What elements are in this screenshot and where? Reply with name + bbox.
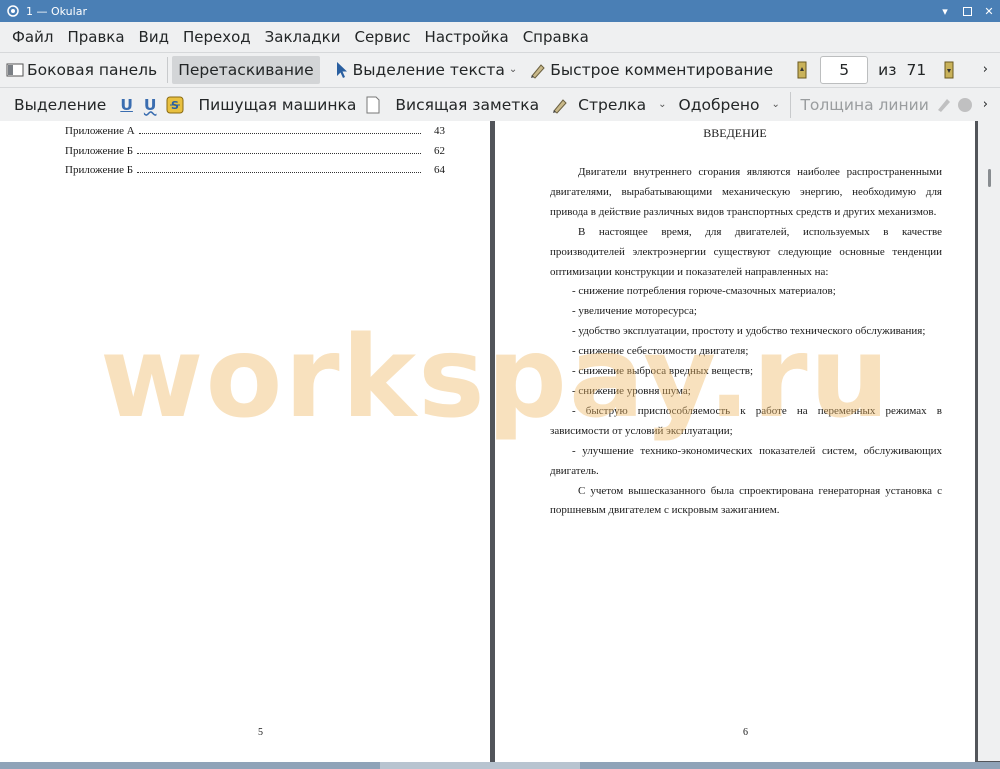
toolbar-separator	[167, 56, 169, 83]
pen-icon[interactable]	[551, 96, 569, 114]
page-number-value: 5	[839, 60, 850, 79]
cursor-arrow-icon	[332, 61, 350, 79]
menu-file[interactable]: Файл	[5, 28, 60, 46]
sidebar-label: Боковая панель	[27, 60, 158, 79]
list-item: - улучшение технико-экономических показа…	[550, 444, 942, 477]
quick-annotations-label: Быстрое комментирование	[550, 60, 774, 79]
minimize-icon[interactable]: ▾	[934, 0, 956, 22]
popup-note-label: Висящая заметка	[395, 95, 540, 114]
stamp-label: Одобрено	[678, 95, 760, 114]
quick-annotations-button[interactable]: Быстрое комментирование	[523, 56, 779, 84]
chevron-down-icon[interactable]: ⌄	[658, 99, 666, 110]
scrollbar-thumb[interactable]	[380, 762, 580, 769]
maximize-icon[interactable]	[956, 0, 978, 22]
window-title: 1 — Okular	[26, 4, 87, 18]
toc-entry[interactable]: Приложение Б 64	[65, 164, 445, 180]
page-of-label: из	[878, 60, 897, 79]
sidebar-icon	[6, 61, 24, 79]
stamp-tool-button[interactable]: Одобрено ⌄	[673, 91, 786, 119]
paragraph: Двигатели внутреннего сгорания являются …	[550, 166, 942, 218]
line-width-button[interactable]: Толщина линии	[794, 91, 934, 119]
page-number-input[interactable]: 5	[820, 55, 869, 84]
document-view[interactable]: Приложение А 43 Приложение Б 62 Приложен…	[0, 121, 1000, 769]
squiggle-underline-icon[interactable]: U	[144, 96, 157, 114]
menu-tools[interactable]: Сервис	[347, 28, 417, 46]
arrow-label: Стрелка	[578, 95, 647, 114]
menu-settings[interactable]: Настройка	[418, 28, 516, 46]
chevron-down-icon[interactable]: ⌄	[509, 64, 517, 75]
chevron-down-icon[interactable]: ⌄	[772, 99, 780, 110]
browse-label: Перетаскивание	[178, 60, 314, 79]
toolbar-overflow-icon[interactable]: ›	[977, 97, 1000, 112]
text-select-label: Выделение текста	[352, 60, 505, 79]
menu-help[interactable]: Справка	[516, 28, 596, 46]
paragraph: В настоящее время, для двигателей, испол…	[550, 225, 942, 278]
highlight-label: Выделение	[14, 95, 107, 114]
opacity-icon[interactable]	[956, 96, 974, 114]
menu-go[interactable]: Переход	[176, 28, 258, 46]
toolbar-overflow-icon[interactable]: ›	[977, 62, 1000, 77]
previous-page-icon[interactable]	[793, 61, 811, 79]
strikeout-icon[interactable]: S	[166, 96, 184, 114]
watermark: workspay.ru	[100, 313, 892, 443]
list-item: - снижение потребления горюче-смазочных …	[572, 285, 836, 298]
paragraph: С учетом вышесказанного была спроектиров…	[550, 484, 942, 517]
text-select-button[interactable]: Выделение текста ⌄	[326, 56, 524, 84]
next-page-icon[interactable]	[940, 61, 958, 79]
close-icon[interactable]: ✕	[978, 0, 1000, 22]
popup-note-tool-button[interactable]: Висящая заметка	[389, 91, 545, 119]
title-bar: 1 — Okular ▾ ✕	[0, 0, 1000, 22]
menu-view[interactable]: Вид	[132, 28, 176, 46]
line-width-label: Толщина линии	[800, 95, 929, 114]
vertical-scrollbar[interactable]	[978, 121, 1000, 761]
toc-entry[interactable]: Приложение Б 62	[65, 145, 445, 161]
browse-tool-button[interactable]: Перетаскивание	[172, 55, 320, 84]
toc-entry[interactable]: Приложение А 43	[65, 125, 445, 141]
highlighter-pen-icon	[529, 61, 547, 79]
menu-bar: Файл Правка Вид Переход Закладки Сервис …	[0, 22, 1000, 52]
page-total-label: 71	[906, 60, 927, 79]
annotation-toolbar: Выделение U U S Пишущая машинка Висящая …	[0, 87, 1000, 121]
okular-app-icon[interactable]	[6, 4, 20, 18]
main-toolbar: Боковая панель Перетаскивание Выделение …	[0, 52, 1000, 86]
menu-edit[interactable]: Правка	[60, 28, 131, 46]
section-heading: ВВЕДЕНИЕ	[703, 126, 767, 140]
typewriter-label: Пишущая машинка	[198, 95, 357, 114]
color-icon[interactable]	[935, 96, 953, 114]
note-icon[interactable]	[366, 96, 380, 114]
scrollbar-thumb[interactable]	[988, 169, 991, 187]
highlight-tool-button[interactable]: Выделение	[0, 91, 112, 119]
page-number: 5	[258, 727, 263, 738]
horizontal-scrollbar[interactable]	[0, 762, 1000, 769]
menu-bookmarks[interactable]: Закладки	[258, 28, 348, 46]
page-number: 6	[743, 727, 748, 738]
toolbar-separator	[789, 91, 791, 118]
sidebar-button[interactable]: Боковая панель	[0, 56, 163, 84]
underline-icon[interactable]: U	[120, 96, 133, 114]
typewriter-tool-button[interactable]: Пишущая машинка	[193, 91, 363, 119]
arrow-tool-button[interactable]: Стрелка ⌄	[572, 91, 672, 119]
